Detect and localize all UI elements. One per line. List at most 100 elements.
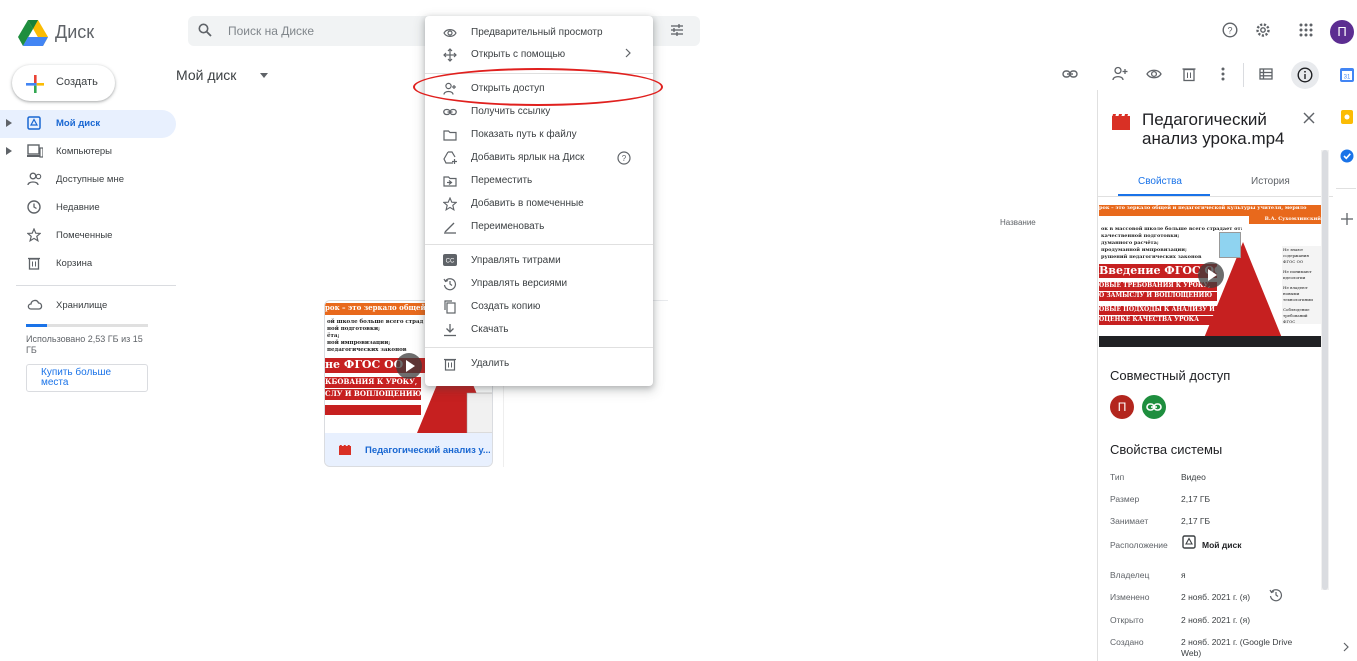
delete-trash-icon[interactable] <box>1181 66 1197 82</box>
menu-item-label: Управлять версиями <box>471 278 568 289</box>
svg-text:?: ? <box>622 154 627 163</box>
tab-history[interactable]: История <box>1251 176 1290 187</box>
create-button[interactable]: Создать <box>12 65 115 101</box>
chevron-right-icon[interactable] <box>1343 642 1349 652</box>
sidebar-item-label: Компьютеры <box>56 146 112 157</box>
file-card-footer[interactable]: Педагогический анализ у... <box>325 433 492 466</box>
sidebar-item-label: Мой диск <box>56 118 101 129</box>
breadcrumb[interactable]: Мой диск <box>176 67 236 83</box>
account-avatar[interactable]: П <box>1330 20 1354 44</box>
sidebar-item-trash[interactable]: Корзина <box>0 250 176 278</box>
prop-value: 2 нояб. 2021 г. (я) <box>1181 592 1251 602</box>
menu-item-rename[interactable]: Переименовать <box>425 216 653 238</box>
storage-progress-bar <box>26 324 148 327</box>
more-vert-icon[interactable] <box>1215 66 1231 82</box>
details-panel: Педагогический анализ урока.mp4 Свойства… <box>1097 90 1333 661</box>
storage-label: Хранилище <box>56 300 108 311</box>
details-scrollbar-thumb[interactable] <box>1322 150 1328 590</box>
search-input[interactable]: Поиск на Диске <box>228 24 314 38</box>
video-file-icon <box>339 445 351 455</box>
menu-item-label: Получить ссылку <box>471 106 551 117</box>
list-view-icon[interactable] <box>1258 66 1274 82</box>
sidebar-item-computers[interactable]: Компьютеры <box>0 138 176 166</box>
star-icon <box>27 228 41 242</box>
tasks-icon[interactable] <box>1340 149 1354 163</box>
expand-arrow-icon[interactable] <box>6 119 12 127</box>
buy-storage-button[interactable]: Купить больше места <box>26 364 148 392</box>
trash-icon <box>443 357 457 371</box>
chevron-down-icon[interactable] <box>260 73 268 78</box>
sidebar-item-recent[interactable]: Недавние <box>0 194 176 222</box>
slide-text: ной импровизации; <box>327 340 391 346</box>
menu-item-versions[interactable]: Управлять версиями <box>425 273 653 295</box>
share-person-icon[interactable] <box>1112 66 1128 82</box>
captions-icon: CC <box>443 254 457 266</box>
move-icon <box>443 174 457 188</box>
preview-eye-icon[interactable] <box>1146 66 1162 82</box>
play-button[interactable] <box>396 353 422 379</box>
prop-value: 2,17 ГБ <box>1181 494 1211 504</box>
sidebar-divider <box>16 285 176 286</box>
prop-key: Открыто <box>1110 615 1144 625</box>
details-preview-thumbnail[interactable]: рок – это зеркало общей и педагогической… <box>1099 202 1321 347</box>
slide-text: качественной подготовки; <box>1101 233 1180 239</box>
search-icon[interactable] <box>198 23 212 37</box>
menu-divider <box>425 347 653 348</box>
history-icon[interactable] <box>1269 588 1283 602</box>
copy-icon <box>443 300 457 314</box>
sidebar-item-label: Помеченные <box>56 230 113 241</box>
sort-by-name[interactable]: Название <box>1000 218 1036 227</box>
prop-value[interactable]: Мой диск <box>1202 540 1241 550</box>
slide-side-notes: Не знают содержания ФГОС ОО Не понимают … <box>1282 246 1321 324</box>
sidebar-item-storage[interactable]: Хранилище <box>0 292 176 320</box>
help-icon[interactable]: ? <box>617 151 631 165</box>
svg-text:31: 31 <box>1344 75 1351 81</box>
add-addon-icon[interactable] <box>1340 212 1354 226</box>
play-button[interactable] <box>1198 262 1224 288</box>
menu-item-label: Открыть с помощью <box>471 49 566 60</box>
slide-quote-author: В.А. Сухомлинский <box>1249 216 1321 224</box>
owner-avatar[interactable]: П <box>1110 395 1134 419</box>
sidebar-item-label: Недавние <box>56 202 100 213</box>
apps-grid-icon[interactable] <box>1298 22 1314 38</box>
help-icon[interactable]: ? <box>1222 22 1238 38</box>
menu-item-captions[interactable]: CC Управлять титрами <box>425 250 653 272</box>
app-header: Диск Поиск на Диске ? П <box>0 0 1357 64</box>
calendar-icon[interactable]: 31 <box>1340 68 1354 82</box>
sidebar-item-my-drive[interactable]: Мой диск <box>0 110 176 138</box>
slide-pyramid-graphic <box>1204 242 1282 338</box>
menu-item-download[interactable]: Скачать <box>425 319 653 341</box>
shared-icon <box>27 172 43 186</box>
slide-text: ёта; <box>327 333 340 339</box>
close-icon[interactable] <box>1303 112 1315 124</box>
menu-item-show-location[interactable]: Показать путь к файлу <box>425 124 653 146</box>
sidebar-item-starred[interactable]: Помеченные <box>0 222 176 250</box>
app-title[interactable]: Диск <box>55 22 94 43</box>
menu-item-copy[interactable]: Создать копию <box>425 296 653 318</box>
slide-quote-band: рок – это зеркало общей и педагогической… <box>1099 205 1321 216</box>
details-toggle-button[interactable] <box>1291 61 1319 89</box>
sidebar-item-shared[interactable]: Доступные мне <box>0 166 176 194</box>
search-options-icon[interactable] <box>670 23 684 37</box>
drive-logo-icon[interactable] <box>18 20 48 46</box>
open-with-icon <box>443 48 457 62</box>
slide-text: рушений педагогических законов <box>1101 254 1202 260</box>
menu-item-label: Создать копию <box>471 301 541 312</box>
star-icon <box>443 197 457 211</box>
video-controls-bar[interactable] <box>1099 336 1321 347</box>
menu-item-open-with[interactable]: Открыть с помощью <box>425 44 653 66</box>
slide-heading: ОЦЕНКЕ КАЧЕСТВА УРОКА <box>1099 316 1217 325</box>
menu-item-move[interactable]: Переместить <box>425 170 653 192</box>
get-link-icon[interactable] <box>1062 66 1078 82</box>
link-share-icon[interactable] <box>1142 395 1166 419</box>
keep-icon[interactable] <box>1340 110 1354 124</box>
slide-text: педагогических законов <box>327 347 407 353</box>
tab-properties[interactable]: Свойства <box>1138 176 1182 187</box>
expand-arrow-icon[interactable] <box>6 147 12 155</box>
settings-gear-icon[interactable] <box>1255 22 1271 38</box>
menu-item-preview[interactable]: Предварительный просмотр <box>425 22 653 44</box>
menu-item-add-star[interactable]: Добавить в помеченные <box>425 193 653 215</box>
clock-icon <box>27 200 41 214</box>
menu-item-add-shortcut[interactable]: Добавить ярлык на Диск ? <box>425 147 653 169</box>
menu-item-delete[interactable]: Удалить <box>425 353 653 375</box>
